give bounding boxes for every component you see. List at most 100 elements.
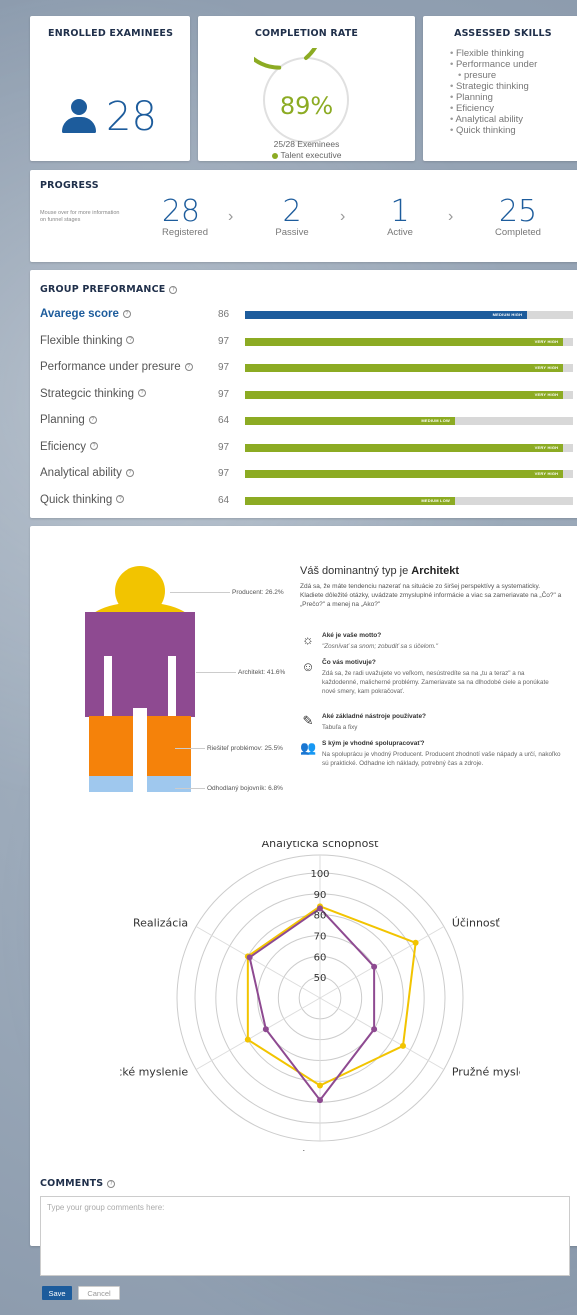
perf-label: Flexible thinking? (40, 334, 135, 347)
figure-foot-right (147, 776, 191, 792)
perf-bar-fill (245, 311, 528, 319)
dominant-type-title: Váš dominantný typ je Architekt (300, 565, 459, 577)
radar-axis-label: Účinnosť (452, 917, 501, 930)
smiley-icon: ☺ (301, 659, 315, 674)
radar-axis-label: Pružné myslenie (452, 1066, 520, 1079)
dominant-type-prefix: Váš dominantný typ je (300, 565, 412, 577)
info-icon[interactable]: ? (122, 309, 131, 318)
perf-level-tag: VERY HIGH (534, 391, 559, 397)
info-icon[interactable]: ? (116, 495, 125, 504)
question-title: Čo vás motivuje? (322, 659, 376, 666)
radar-chart: 50 60 70 80 90 100 Analytická schopnosť Účinnos… (120, 841, 520, 1151)
figure-label-architekt: Architekt: 41.6% (238, 669, 286, 676)
figure-leader (175, 788, 205, 789)
chevron-right-icon: › (228, 208, 234, 225)
perf-bar-track: VERY HIGH (245, 390, 573, 399)
radar-point (246, 954, 253, 961)
cancel-button[interactable]: Cancel (78, 1286, 120, 1300)
save-button[interactable]: Save (42, 1286, 72, 1300)
radar-tick-label: 100 (310, 869, 329, 880)
perf-label-text: Quick thinking (40, 493, 113, 506)
info-icon[interactable]: ? (126, 336, 135, 345)
legend-dot-icon (271, 152, 278, 159)
progress-card: PROGRESS Mouse over for more information… (30, 170, 577, 262)
perf-label-text: Eficiency (40, 440, 87, 453)
question-text: Zdá sa, že radi uvažujete vo veľkom, nes… (322, 670, 549, 695)
perf-label-text: Flexible thinking (40, 334, 123, 347)
radar-tick-label: 70 (314, 932, 327, 943)
skill-item: presure (450, 70, 537, 81)
perf-value: 97 (218, 362, 230, 373)
stage-label: Passive (275, 227, 309, 238)
perf-label: Analytical ability? (40, 467, 134, 479)
info-icon[interactable]: ? (184, 362, 193, 371)
lightbulb-icon: ☼ (302, 632, 314, 647)
perf-label-text: Strategcic thinking (40, 387, 134, 400)
perf-bar-fill (245, 470, 564, 478)
question-title: Aké je vaše motto? (322, 632, 382, 639)
personality-type-card: Producent: 26.2% Architekt: 41.6% Riešit… (30, 526, 577, 1246)
stage-value: 1 (390, 194, 410, 229)
perf-level-tag: VERY HIGH (534, 338, 559, 344)
skill-item: Performance under (450, 59, 537, 70)
stage-active[interactable]: 1 Active (360, 194, 440, 238)
perf-label: Eficiency? (40, 440, 99, 453)
skill-item: Flexible thinking (450, 48, 537, 59)
perf-row: Avarege score? 86 MEDIUM HIGH (40, 306, 577, 324)
skill-item: Planning (450, 92, 537, 103)
perf-value: 86 (218, 309, 230, 320)
radar-tick-label: 60 (314, 952, 327, 963)
perf-level-tag: VERY HIGH (534, 365, 559, 370)
perf-row: Quick thinking? 64 MEDIUM LOW (40, 492, 577, 510)
completion-percent: 89% (279, 92, 334, 120)
dominant-type-name: Architekt (411, 565, 459, 577)
perf-label: Planning? (40, 414, 97, 426)
perf-level-tag: MEDIUM LOW (421, 497, 450, 503)
radar-point (371, 963, 378, 970)
info-icon[interactable]: ? (137, 389, 146, 398)
stage-label: Active (387, 227, 413, 238)
comments-title-text: COMMENTS (40, 1178, 104, 1189)
completion-rate-card: COMPLETION RATE 89% 25/28 Exeminees Tale… (198, 16, 415, 161)
stage-passive[interactable]: 2 Passive (252, 194, 332, 238)
group-title: GROUP PREFORMANCE? (40, 284, 178, 295)
radar-point (317, 1082, 323, 1089)
info-icon[interactable]: ? (90, 442, 99, 451)
skill-item: Strategic thinking (450, 81, 537, 92)
perf-level-tag: VERY HIGH (534, 444, 559, 450)
radar-point (244, 1036, 251, 1043)
perf-level-tag: VERY HIGH (534, 471, 559, 476)
perf-value: 97 (218, 441, 230, 453)
figure-label-odhodlany: Odhodlaný bojovník: 6.8% (207, 785, 283, 792)
figure-label-producent: Producent: 26.2% (232, 589, 284, 596)
info-icon[interactable]: ? (88, 415, 97, 424)
stage-completed[interactable]: 25 Completed (468, 194, 568, 238)
radar-point (399, 1042, 406, 1049)
skill-item: Quick thinking (450, 125, 537, 136)
info-icon[interactable]: ? (107, 1179, 116, 1188)
figure-leader (196, 672, 236, 673)
perf-bar-track: VERY HIGH (245, 470, 573, 478)
enrolled-examinees-card: ENROLLED EXAMINEES 28 (30, 16, 190, 161)
assessed-skills-card: ASSESSED SKILLS Flexible thinking Perfor… (423, 16, 577, 161)
perf-label-text: Avarege score (40, 308, 119, 320)
enrolled-count: 28 (106, 94, 157, 140)
person-icon (60, 99, 98, 135)
radar-tick-label: 90 (314, 890, 327, 901)
figure-torso (85, 612, 195, 717)
perf-label-text: Performance under presure (40, 361, 181, 373)
figure-head (115, 566, 165, 616)
stage-registered[interactable]: 28 Registered (118, 194, 208, 238)
chevron-right-icon: › (448, 208, 454, 225)
radar-series-line (248, 907, 376, 1102)
perf-row: Performance under presure? 97 VERY HIGH (40, 359, 577, 377)
info-icon[interactable]: ? (125, 468, 134, 477)
figure-leg-right (147, 716, 191, 776)
skill-item: Eficiency (450, 103, 537, 114)
radar-point (371, 1026, 378, 1033)
perf-label: Performance under presure? (40, 361, 193, 373)
info-icon[interactable]: ? (169, 285, 178, 294)
question-title: Aké základné nástroje používate? (322, 713, 427, 720)
comments-input[interactable] (40, 1196, 570, 1276)
radar-axis-label: Analytická schopnosť (262, 841, 380, 850)
